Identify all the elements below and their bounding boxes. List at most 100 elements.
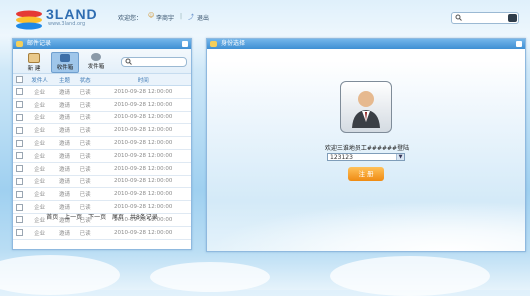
identity-select[interactable]: 123123 ▼ (327, 153, 405, 161)
logo-url: www.3land.org (48, 21, 86, 27)
mail-search-input[interactable] (121, 57, 187, 67)
cell-subject: 邀请 (54, 136, 75, 150)
cell-time: 2010-09-28 12:00:00 (95, 162, 191, 176)
top-search-input[interactable] (451, 12, 519, 24)
select-all-checkbox[interactable] (13, 74, 25, 86)
row-checkbox[interactable] (13, 111, 25, 125)
table-row[interactable]: 企业 邀请 已读 2010-09-28 12:00:00 (13, 226, 191, 240)
welcome-label: 欢迎您： (118, 15, 143, 22)
logo-word: 3LAND (46, 6, 98, 22)
search-icon (455, 14, 462, 21)
cell-subject: 邀请 (54, 149, 75, 163)
cell-sender: 企业 (25, 98, 55, 112)
cell-subject: 邀请 (54, 187, 75, 202)
logout-link[interactable]: 退出 (197, 13, 209, 22)
cell-subject: 邀请 (54, 98, 75, 112)
cell-sender: 企业 (25, 175, 55, 189)
new-doc-icon (28, 53, 40, 63)
col-time[interactable]: 时间 (95, 74, 191, 86)
user-name-link[interactable]: 李商宇 (156, 13, 174, 22)
mail-panel-title: 邮件记录 (13, 39, 191, 49)
panel-title-text: 邮件记录 (27, 40, 52, 47)
table-header: 发件人 主题 状态 时间 (13, 74, 191, 86)
row-checkbox[interactable] (13, 123, 25, 138)
cell-status: 已读 (74, 111, 96, 125)
cell-time: 2010-09-28 12:00:00 (95, 85, 191, 99)
cell-subject: 邀请 (54, 85, 75, 99)
cell-status: 已读 (74, 149, 96, 163)
identity-panel-title: 身份选择 (207, 39, 525, 49)
row-checkbox[interactable] (13, 136, 25, 150)
cell-sender: 企业 (25, 85, 55, 99)
table-row[interactable]: 企业 邀请 已读 2010-09-28 12:00:00 (13, 175, 191, 189)
outbox-icon (91, 53, 101, 61)
mail-panel: 邮件记录 新 建 收件箱 发件箱 发件人 主题 状态 时间 企业 邀请 已读 2… (12, 38, 192, 250)
inbox-icon (60, 54, 70, 62)
pager-prev[interactable]: 上一页 (64, 214, 82, 221)
pager-first[interactable]: 首页 (46, 214, 58, 221)
cell-time: 2010-09-28 12:00:00 (95, 98, 191, 112)
cell-time: 2010-09-28 12:00:00 (95, 226, 191, 240)
new-button[interactable]: 新 建 (21, 52, 47, 72)
row-checkbox[interactable] (13, 162, 25, 176)
logout-icon: ⤴ (188, 14, 195, 21)
table-row[interactable]: 企业 邀请 已读 2010-09-28 12:00:00 (13, 111, 191, 125)
col-subject[interactable]: 主题 (54, 74, 75, 86)
cell-status: 已读 (74, 136, 96, 150)
maximize-button[interactable] (516, 41, 522, 47)
folder-icon (210, 41, 217, 47)
search-button[interactable] (508, 14, 517, 22)
cloud-decoration (150, 262, 270, 292)
person-icon (352, 91, 380, 128)
register-button[interactable]: 注 册 (348, 167, 384, 181)
table-row[interactable]: 企业 邀请 已读 2010-09-28 12:00:00 (13, 85, 191, 99)
cell-time: 2010-09-28 12:00:00 (95, 111, 191, 125)
logo-mark-icon (16, 10, 42, 30)
cell-status: 已读 (74, 162, 96, 176)
cell-sender: 企业 (25, 111, 55, 125)
cell-sender: 企业 (25, 162, 55, 176)
cell-status: 已读 (74, 98, 96, 112)
table-row[interactable]: 企业 邀请 已读 2010-09-28 12:00:00 (13, 149, 191, 163)
welcome-text: 欢迎三谁地员工######登陆 (324, 145, 410, 152)
row-checkbox[interactable] (13, 175, 25, 189)
cloud-decoration (0, 255, 120, 295)
cell-time: 2010-09-28 12:00:00 (95, 175, 191, 189)
table-row[interactable]: 企业 邀请 已读 2010-09-28 12:00:00 (13, 98, 191, 112)
col-sender[interactable]: 发件人 (25, 74, 55, 86)
logo: 3LAND www.3land.org (14, 6, 104, 30)
row-checkbox[interactable] (13, 85, 25, 99)
pager-next[interactable]: 下一页 (88, 214, 106, 221)
avatar (340, 81, 392, 133)
toolbar-label: 新 建 (27, 66, 41, 72)
toolbar-label: 发件箱 (87, 64, 105, 70)
table-row[interactable]: 企业 邀请 已读 2010-09-28 12:00:00 (13, 187, 191, 202)
cell-subject: 邀请 (54, 162, 75, 176)
cell-sender: 企业 (25, 136, 55, 150)
cell-status: 已读 (74, 85, 96, 99)
cell-subject: 邀请 (54, 111, 75, 125)
outbox-button[interactable]: 发件箱 (83, 52, 109, 71)
pager-total: 共8条记录 (129, 214, 158, 221)
row-checkbox[interactable] (13, 149, 25, 163)
cell-status: 已读 (74, 123, 96, 138)
cell-status: 已读 (74, 226, 96, 240)
top-bar: 3LAND www.3land.org 欢迎您： ☺ 李商宇 | ⤴ 退出 (0, 0, 530, 34)
cell-subject: 邀请 (54, 123, 75, 138)
table-row[interactable]: 企业 邀请 已读 2010-09-28 12:00:00 (13, 162, 191, 176)
table-row[interactable]: 企业 邀请 已读 2010-09-28 12:00:00 (13, 136, 191, 150)
pager-last[interactable]: 尾页 (112, 214, 124, 221)
minimize-button[interactable] (182, 41, 188, 47)
mail-toolbar: 新 建 收件箱 发件箱 (13, 49, 191, 74)
row-checkbox[interactable] (13, 187, 25, 202)
select-value: 123123 (330, 154, 353, 161)
cloud-decoration (330, 256, 490, 296)
row-checkbox[interactable] (13, 226, 25, 240)
cell-time: 2010-09-28 12:00:00 (95, 149, 191, 163)
table-row[interactable]: 企业 邀请 已读 2010-09-28 12:00:00 (13, 123, 191, 138)
row-checkbox[interactable] (13, 98, 25, 112)
cell-sender: 企业 (25, 187, 55, 202)
col-status[interactable]: 状态 (74, 74, 96, 86)
cell-time: 2010-09-28 12:00:00 (95, 123, 191, 138)
inbox-button[interactable]: 收件箱 (51, 52, 79, 73)
